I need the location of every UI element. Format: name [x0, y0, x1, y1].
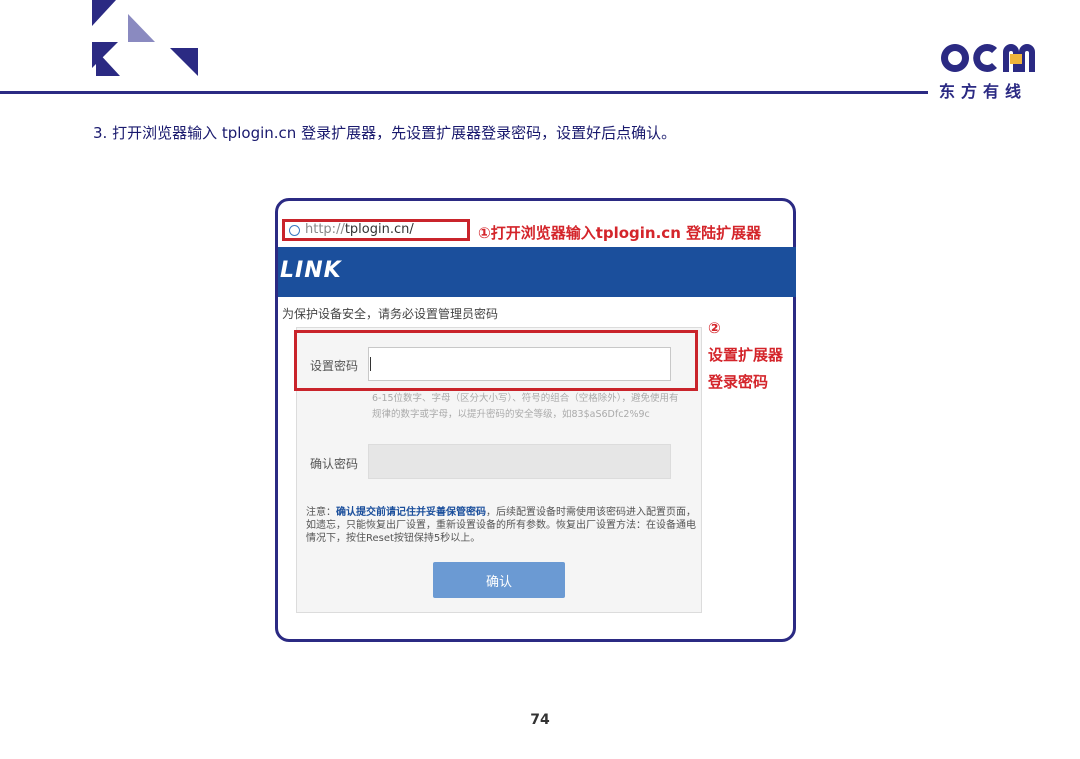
step2-line2: 登录密码 — [708, 373, 769, 391]
address-prefix: http:// — [305, 222, 345, 237]
logo-tagline: 东方有线 — [939, 82, 1028, 101]
confirm-password-input[interactable] — [368, 444, 671, 479]
security-notice: 为保护设备安全，请务必设置管理员密码 — [282, 307, 499, 321]
step2-annotation: ② 设置扩展器 登录密码 — [708, 315, 783, 396]
ocm-logo — [941, 44, 1035, 72]
address-url: http://tplogin.cn/ — [305, 222, 414, 238]
step2-number: ② — [708, 319, 721, 337]
page-number: 74 — [530, 712, 550, 728]
globe-icon — [289, 225, 300, 236]
note-prefix: 注意： — [306, 507, 336, 518]
password-hint: 6-15位数字、字母（区分大小写）、符号的组合（空格除外），避免使用有规律的数字… — [372, 393, 679, 420]
address-bar[interactable]: http://tplogin.cn/ — [282, 219, 470, 241]
deco-triangle-4 — [170, 48, 198, 76]
step2-line1: 设置扩展器 — [708, 346, 784, 364]
step1-annotation: ①打开浏览器输入tplogin.cn 登陆扩展器 — [478, 224, 762, 242]
router-brand-logo: LINK — [280, 258, 342, 283]
slide-instruction: 3. 打开浏览器输入 tplogin.cn 登录扩展器，先设置扩展器登录密码，设… — [93, 124, 677, 142]
router-banner — [278, 247, 796, 297]
step2-highlight-box — [294, 330, 698, 391]
deco-triangle-1 — [92, 0, 116, 26]
note-highlight: 确认提交前请记住并妥善保管密码 — [336, 507, 486, 518]
confirm-button[interactable]: 确认 — [433, 562, 565, 598]
address-host: tplogin.cn/ — [344, 222, 414, 237]
header-decoration — [92, 0, 198, 76]
confirm-password-label: 确认密码 — [310, 457, 359, 471]
header-rule — [0, 91, 928, 94]
deco-triangle-5 — [96, 50, 120, 76]
password-note: 注意：确认提交前请记住并妥善保管密码，后续配置设备时需使用该密码进入配置页面，如… — [306, 506, 698, 545]
deco-triangle-2 — [128, 14, 155, 42]
